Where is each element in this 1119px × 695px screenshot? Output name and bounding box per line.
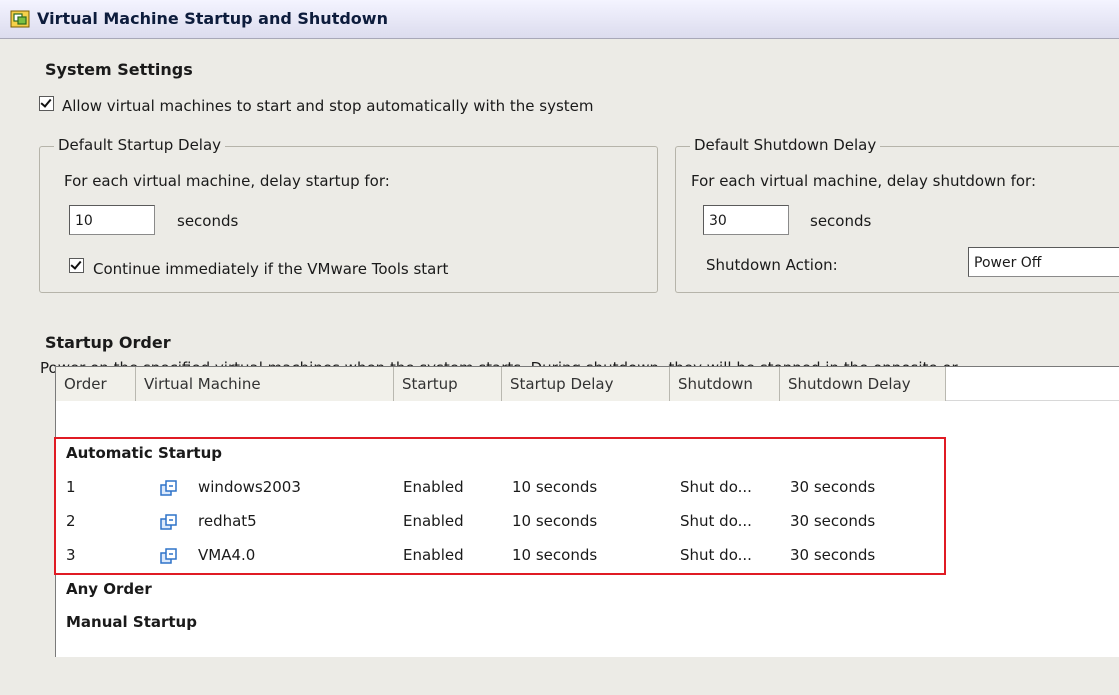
startup-delay-legend: Default Startup Delay xyxy=(54,136,226,154)
shutdown-delay-description: For each virtual machine, delay shutdown… xyxy=(691,172,1036,190)
column-header-shutdown-delay[interactable]: Shutdown Delay xyxy=(780,367,946,401)
shutdown-delay-unit: seconds xyxy=(810,212,872,230)
allow-auto-label: Allow virtual machines to start and stop… xyxy=(62,97,594,115)
column-header-shutdown[interactable]: Shutdown xyxy=(670,367,780,401)
window-title: Virtual Machine Startup and Shutdown xyxy=(37,9,388,28)
shutdown-delay-group: Default Shutdown Delay For each virtual … xyxy=(675,136,1119,293)
shutdown-delay-input[interactable]: 30 xyxy=(703,205,789,235)
shutdown-action-select[interactable]: Power Off xyxy=(968,247,1119,277)
continue-immediately-checkbox[interactable] xyxy=(69,258,84,273)
continue-immediately-label: Continue immediately if the VMware Tools… xyxy=(93,260,449,278)
allow-auto-checkbox[interactable] xyxy=(39,96,54,111)
group-manual-startup[interactable]: Manual Startup xyxy=(66,613,197,631)
group-any-order[interactable]: Any Order xyxy=(66,580,152,598)
startup-delay-group: Default Startup Delay For each virtual m… xyxy=(39,136,658,293)
column-header-startup-delay[interactable]: Startup Delay xyxy=(502,367,670,401)
system-settings-heading: System Settings xyxy=(45,60,193,79)
highlight-annotation xyxy=(54,437,946,575)
shutdown-action-label: Shutdown Action: xyxy=(706,256,838,274)
startup-order-heading: Startup Order xyxy=(45,333,171,352)
startup-delay-input[interactable]: 10 xyxy=(69,205,155,235)
startup-delay-description: For each virtual machine, delay startup … xyxy=(64,172,390,190)
vm-settings-icon xyxy=(10,10,30,28)
title-bar: Virtual Machine Startup and Shutdown xyxy=(0,0,1119,39)
column-header-virtual-machine[interactable]: Virtual Machine xyxy=(136,367,394,401)
column-header-filler xyxy=(946,367,1119,401)
shutdown-delay-legend: Default Shutdown Delay xyxy=(690,136,881,154)
startup-delay-unit: seconds xyxy=(177,212,239,230)
column-header-startup[interactable]: Startup xyxy=(394,367,502,401)
column-header-order[interactable]: Order xyxy=(56,367,136,401)
